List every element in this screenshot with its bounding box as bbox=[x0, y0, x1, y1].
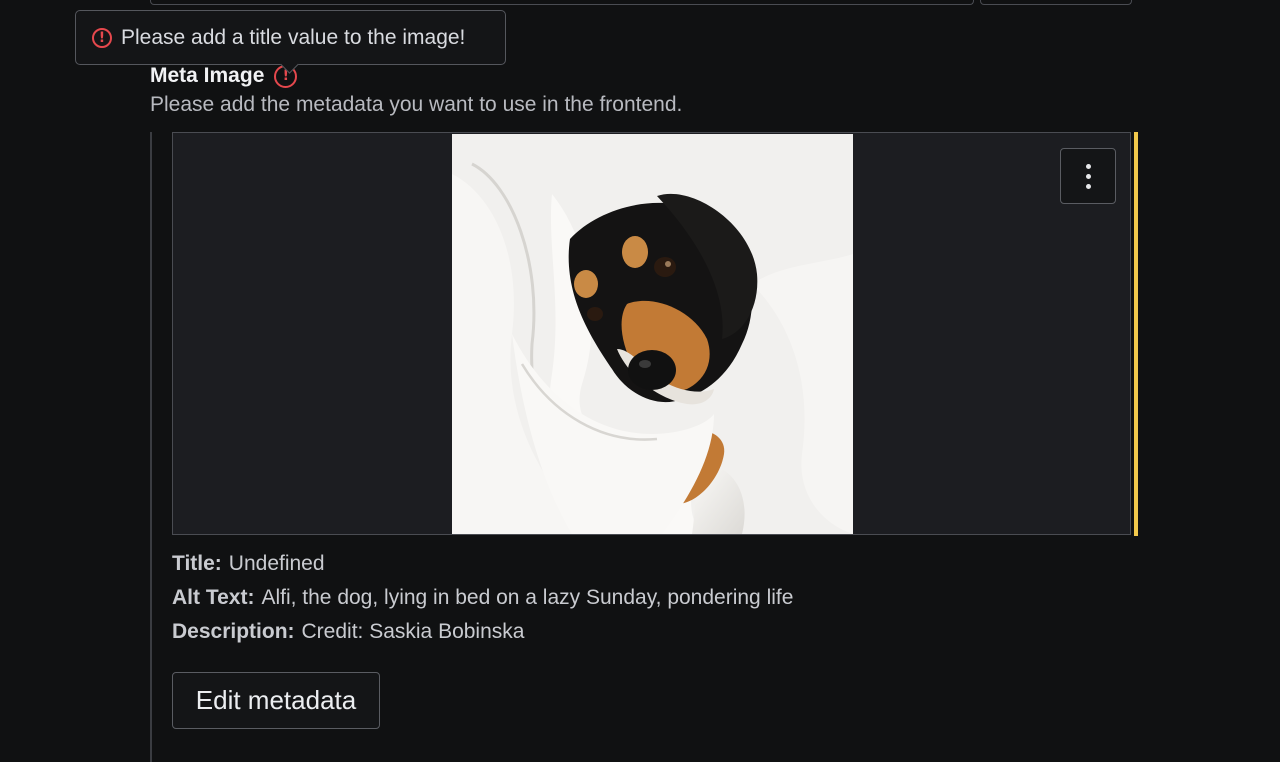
changed-indicator-bar bbox=[1134, 132, 1138, 536]
meta-description: Description: Credit: Saskia Bobinska bbox=[172, 620, 524, 644]
error-circle-icon: ! bbox=[92, 27, 112, 48]
page: ! Please add a title value to the image!… bbox=[0, 0, 1280, 762]
edit-metadata-button[interactable]: Edit metadata bbox=[172, 672, 380, 729]
tooltip-message: Please add a title value to the image! bbox=[121, 25, 466, 49]
dog-photo bbox=[452, 134, 853, 534]
field-label-text: Meta Image bbox=[150, 64, 265, 87]
meta-alt-label: Alt Text: bbox=[172, 586, 255, 609]
meta-description-label: Description: bbox=[172, 620, 295, 643]
field-indent-rule bbox=[150, 132, 152, 762]
meta-alt-text: Alt Text: Alfi, the dog, lying in bed on … bbox=[172, 586, 793, 610]
meta-title: Title: Undefined bbox=[172, 552, 325, 576]
meta-description-value: Credit: Saskia Bobinska bbox=[301, 620, 525, 643]
meta-title-label: Title: bbox=[172, 552, 222, 575]
image-preview[interactable] bbox=[172, 132, 1131, 535]
kebab-menu-icon bbox=[1085, 163, 1091, 189]
field-description: Please add the metadata you want to use … bbox=[150, 93, 683, 116]
meta-title-value: Undefined bbox=[228, 552, 325, 575]
previous-field-input[interactable] bbox=[150, 0, 974, 5]
image-options-button[interactable] bbox=[1060, 148, 1116, 204]
previous-field-button[interactable] bbox=[980, 0, 1132, 5]
field-label: Meta Image ! bbox=[150, 64, 298, 88]
meta-alt-value: Alfi, the dog, lying in bed on a lazy Su… bbox=[261, 586, 794, 609]
